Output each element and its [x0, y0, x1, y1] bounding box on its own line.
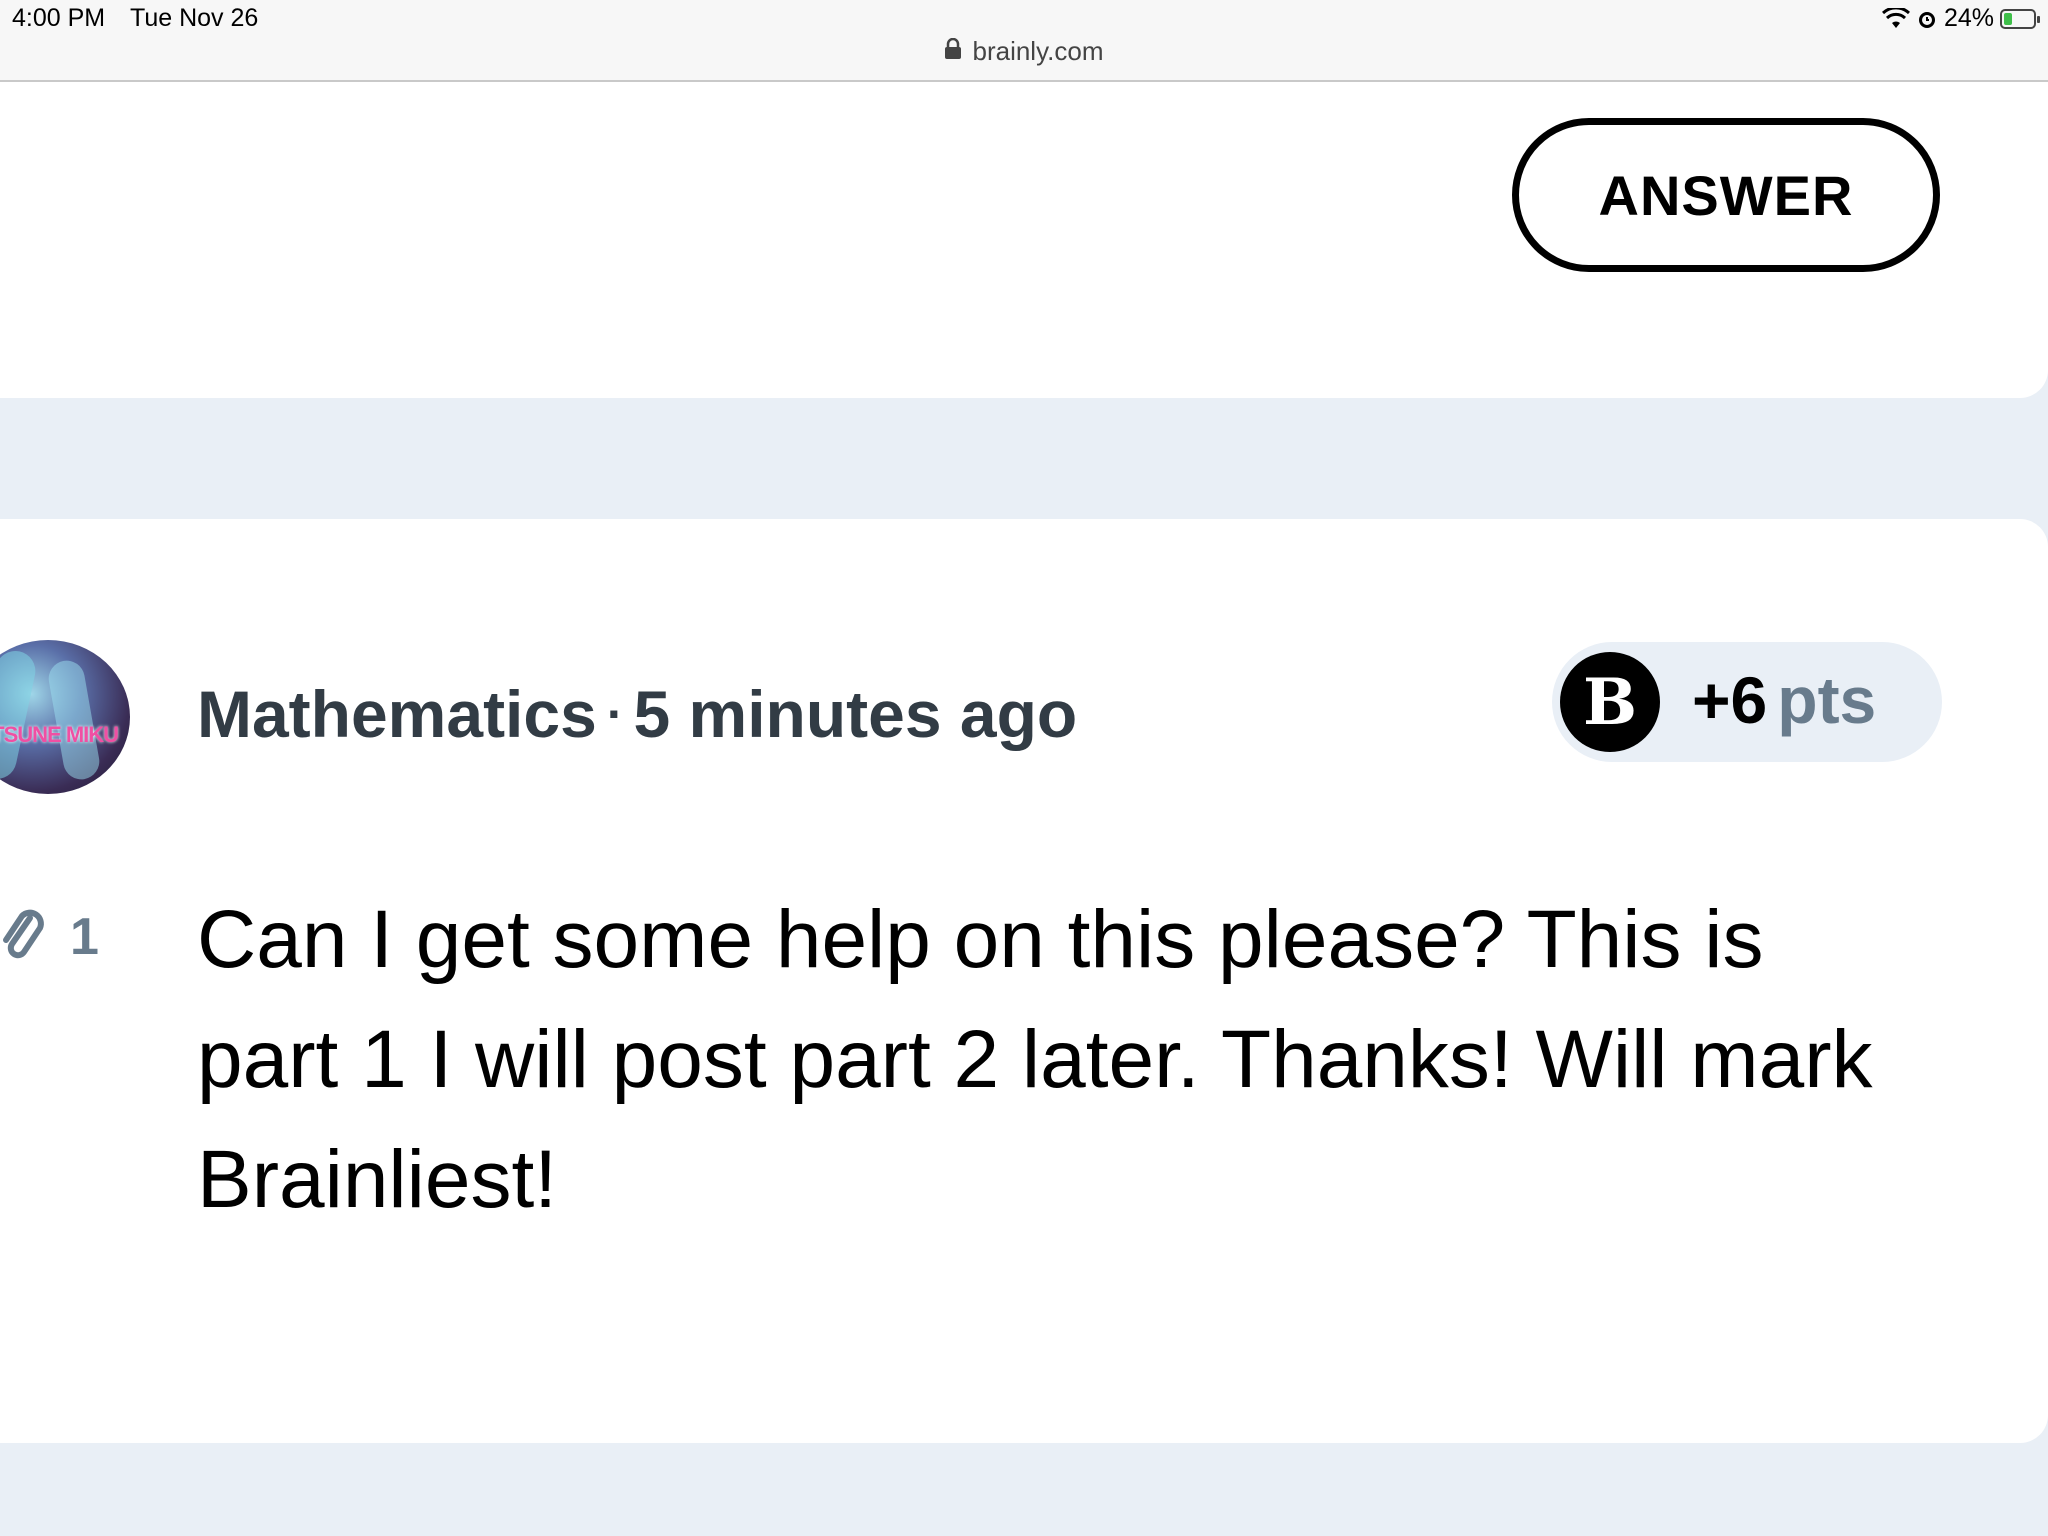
question-meta: Mathematics · 5 minutes ago: [197, 676, 1077, 752]
lock-icon: [944, 36, 962, 67]
brainly-points-icon: B: [1560, 652, 1660, 752]
answer-button[interactable]: ANSWER: [1512, 118, 1940, 272]
status-indicators: 24%: [1881, 4, 2040, 33]
battery-percent: 24%: [1943, 4, 1994, 32]
question-text: Can I get some help on this please? This…: [197, 894, 1873, 1225]
status-date: Tue Nov 26: [130, 4, 259, 32]
attachments-count: 1: [70, 907, 99, 966]
subject-link[interactable]: Mathematics: [197, 677, 597, 751]
alarm-icon: [1916, 8, 1938, 30]
meta-separator: ·: [606, 686, 624, 742]
avatar-text: ATSUNE MIKU: [0, 722, 119, 747]
wifi-icon: [1881, 7, 1910, 30]
points-label: +6 pts: [1692, 662, 1876, 738]
paperclip-icon: [0, 904, 48, 969]
attachments[interactable]: 1: [0, 904, 99, 969]
status-time: 4:00 PM: [12, 4, 106, 32]
battery-charging-icon: [2000, 8, 2040, 29]
points-unit: pts: [1777, 663, 1877, 737]
url-text[interactable]: brainly.com: [972, 36, 1103, 67]
time-ago: 5 minutes ago: [633, 677, 1078, 751]
address-bar[interactable]: brainly.com: [0, 36, 2048, 67]
points-value: +6: [1692, 663, 1768, 737]
browser-top-bar: 4:00 PM Tue Nov 26 24% brainly.com: [0, 0, 2048, 82]
